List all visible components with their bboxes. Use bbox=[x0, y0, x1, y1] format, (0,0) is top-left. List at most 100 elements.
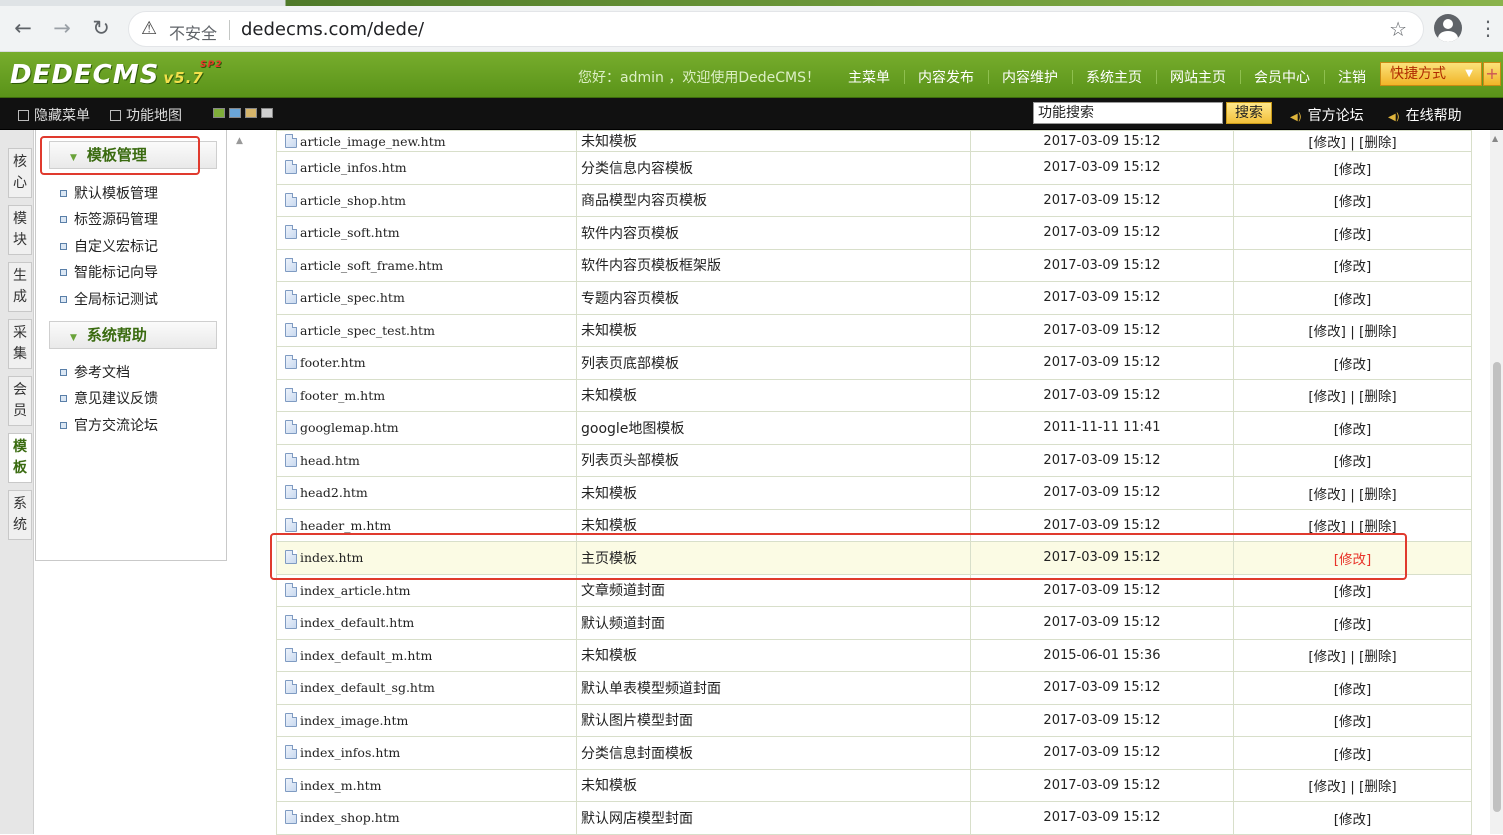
skin-blue-icon[interactable] bbox=[229, 108, 241, 118]
actions-cell[interactable]: [修改] | [删除] bbox=[1233, 768, 1472, 802]
tab-template[interactable]: 模板 bbox=[8, 433, 32, 483]
file-name-cell[interactable]: googlemap.htm bbox=[276, 411, 577, 445]
modified-date-cell: 2017-03-09 15:12 bbox=[970, 151, 1234, 185]
file-name-cell[interactable]: article_spec_test.htm bbox=[276, 313, 577, 347]
file-name-cell[interactable]: article_soft_frame.htm bbox=[276, 248, 577, 282]
menu-item-tag-wizard[interactable]: 智能标记向导 bbox=[60, 262, 158, 282]
actions-cell[interactable]: [修改] bbox=[1233, 151, 1472, 185]
profile-avatar-icon[interactable] bbox=[1434, 14, 1462, 42]
table-row: index_default_sg.htm 默认单表模型频道封面 2017-03-09… bbox=[276, 671, 1472, 705]
function-search-button[interactable]: 搜索 bbox=[1226, 102, 1272, 124]
skin-gray-icon[interactable] bbox=[261, 108, 273, 118]
actions-cell[interactable]: [修改] | [删除] bbox=[1233, 130, 1472, 152]
main-scrollbar[interactable]: ▲ bbox=[1490, 130, 1503, 834]
actions-cell[interactable]: [修改] bbox=[1233, 216, 1472, 250]
nav-main-menu[interactable]: 主菜单 bbox=[848, 67, 890, 87]
tab-generate[interactable]: 生成 bbox=[8, 262, 32, 312]
file-name-cell[interactable]: index_infos.htm bbox=[276, 736, 577, 770]
nav-content-publish[interactable]: 内容发布 bbox=[918, 67, 974, 87]
warning-triangle-icon[interactable]: ⚠ bbox=[141, 18, 157, 39]
official-forum-link[interactable]: ◀) 官方论坛 bbox=[1290, 105, 1364, 125]
actions-cell[interactable]: [修改] | [删除] bbox=[1233, 638, 1472, 672]
file-name-cell[interactable]: article_spec.htm bbox=[276, 281, 577, 315]
actions-cell[interactable]: [修改] bbox=[1233, 703, 1472, 737]
tab-member[interactable]: 会员 bbox=[8, 376, 32, 426]
menu-item-global-tag-test[interactable]: 全局标记测试 bbox=[60, 289, 158, 309]
file-icon bbox=[285, 810, 297, 825]
actions-cell[interactable]: [修改] bbox=[1233, 248, 1472, 282]
browser-menu-icon[interactable]: ⋮ bbox=[1478, 15, 1498, 41]
insecure-label[interactable]: 不安全 bbox=[169, 20, 217, 44]
file-name-cell[interactable]: head.htm bbox=[276, 443, 577, 477]
nav-divider bbox=[1240, 70, 1241, 84]
menu-item-label: 智能标记向导 bbox=[74, 265, 158, 281]
function-map-button[interactable]: 功能地图 bbox=[110, 105, 182, 125]
nav-site-home[interactable]: 网站主页 bbox=[1170, 67, 1226, 87]
scrollbar-thumb[interactable] bbox=[1493, 362, 1501, 812]
nav-logout[interactable]: 注销 bbox=[1338, 67, 1366, 87]
actions-cell[interactable]: [修改] bbox=[1233, 411, 1472, 445]
menu-item-default-templates[interactable]: 默认模板管理 bbox=[60, 183, 158, 203]
skin-gold-icon[interactable] bbox=[245, 108, 257, 118]
file-name-cell[interactable]: index_shop.htm bbox=[276, 801, 577, 835]
file-name-cell[interactable]: head2.htm bbox=[276, 476, 577, 510]
nav-system-home[interactable]: 系统主页 bbox=[1086, 67, 1142, 87]
actions-cell[interactable]: [修改] | [删除] bbox=[1233, 313, 1472, 347]
tab-collect[interactable]: 采集 bbox=[8, 319, 32, 369]
file-name-cell[interactable]: index_default_m.htm bbox=[276, 638, 577, 672]
menu-item-feedback[interactable]: 意见建议反馈 bbox=[60, 388, 158, 408]
actions-cell[interactable]: [修改] bbox=[1233, 801, 1472, 835]
modified-date-cell: 2017-03-09 15:12 bbox=[970, 346, 1234, 380]
tab-modules[interactable]: 模块 bbox=[8, 205, 32, 255]
file-name-cell[interactable]: index_default_sg.htm bbox=[276, 671, 577, 705]
tab-system[interactable]: 系统 bbox=[8, 490, 32, 540]
file-name: index_default_sg.htm bbox=[300, 680, 435, 696]
actions-cell[interactable]: [修改] bbox=[1233, 606, 1472, 640]
quick-menu-button[interactable]: 快捷方式 ▼ bbox=[1380, 62, 1482, 86]
actions-cell[interactable]: [修改] bbox=[1233, 671, 1472, 705]
file-name-cell[interactable]: article_soft.htm bbox=[276, 216, 577, 250]
tab-core[interactable]: 核心 bbox=[8, 148, 32, 198]
file-name-cell[interactable]: article_shop.htm bbox=[276, 183, 577, 217]
left-frame-scrollbar[interactable]: ▲ bbox=[230, 130, 248, 834]
url-text[interactable]: dedecms.com/dede/ bbox=[241, 19, 424, 40]
actions-cell[interactable]: [修改] | [删除] bbox=[1233, 476, 1472, 510]
actions-cell[interactable]: [修改] bbox=[1233, 281, 1472, 315]
scroll-up-icon[interactable]: ▲ bbox=[1492, 134, 1498, 143]
nav-member-center[interactable]: 会员中心 bbox=[1254, 67, 1310, 87]
table-row: index_shop.htm 默认网店模型封面 2017-03-09 15:12 [修… bbox=[276, 801, 1472, 835]
menu-item-official-forum[interactable]: 官方交流论坛 bbox=[60, 415, 158, 435]
template-desc-cell: 默认图片模型封面 bbox=[576, 703, 971, 737]
file-name-cell[interactable]: article_image_new.htm bbox=[276, 130, 577, 152]
add-shortcut-button[interactable]: + bbox=[1483, 62, 1501, 86]
reload-icon[interactable]: ↻ bbox=[88, 15, 114, 41]
actions-cell[interactable]: [修改] bbox=[1233, 183, 1472, 217]
menu-item-reference-docs[interactable]: 参考文档 bbox=[60, 362, 130, 382]
file-name-cell[interactable]: index_image.htm bbox=[276, 703, 577, 737]
online-help-link[interactable]: ◀) 在线帮助 bbox=[1388, 105, 1462, 125]
actions-cell[interactable]: [修改] bbox=[1233, 346, 1472, 380]
file-name-cell[interactable]: index_m.htm bbox=[276, 768, 577, 802]
address-bar[interactable]: ⚠ 不安全 dedecms.com/dede/ ☆ bbox=[128, 11, 1424, 47]
scroll-up-icon[interactable]: ▲ bbox=[236, 136, 243, 146]
actions-cell[interactable]: [修改] bbox=[1233, 443, 1472, 477]
menu-item-tag-source[interactable]: 标签源码管理 bbox=[60, 209, 158, 229]
menu-item-custom-macro[interactable]: 自定义宏标记 bbox=[60, 236, 158, 256]
hide-menu-label: 隐藏菜单 bbox=[34, 108, 90, 124]
nav-content-maintain[interactable]: 内容维护 bbox=[1002, 67, 1058, 87]
section-system-help[interactable]: ▼ 系统帮助 bbox=[49, 321, 217, 349]
skin-green-icon[interactable] bbox=[213, 108, 225, 118]
file-name-cell[interactable]: article_infos.htm bbox=[276, 151, 577, 185]
actions-cell[interactable]: [修改] | [删除] bbox=[1233, 378, 1472, 412]
function-search-input[interactable]: 功能搜索 bbox=[1033, 102, 1223, 124]
table-row: index_m.htm 未知模板 2017-03-09 15:12 [修改] | [删… bbox=[276, 768, 1472, 802]
file-name-cell[interactable]: footer_m.htm bbox=[276, 378, 577, 412]
bookmark-star-icon[interactable]: ☆ bbox=[1389, 17, 1407, 41]
table-row: head2.htm 未知模板 2017-03-09 15:12 [修改] | [删除] bbox=[276, 476, 1472, 510]
actions-cell[interactable]: [修改] bbox=[1233, 736, 1472, 770]
file-name-cell[interactable]: footer.htm bbox=[276, 346, 577, 380]
file-name-cell[interactable]: index_default.htm bbox=[276, 606, 577, 640]
forward-icon[interactable]: → bbox=[49, 15, 75, 41]
hide-menu-button[interactable]: 隐藏菜单 bbox=[18, 105, 90, 125]
back-icon[interactable]: ← bbox=[10, 15, 36, 41]
